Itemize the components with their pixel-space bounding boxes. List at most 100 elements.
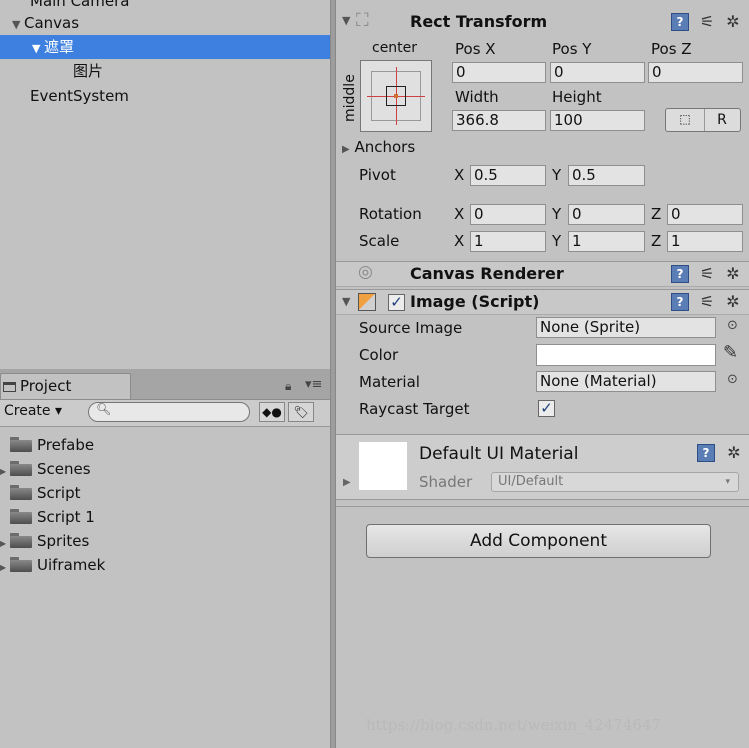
rect-transform-title: Rect Transform (410, 12, 548, 31)
color-swatch[interactable] (536, 344, 716, 366)
folder-label: Uiframek (37, 556, 106, 574)
image-script-header[interactable]: ▼ ✓ Image (Script) ? ⚟ ✲ (336, 289, 749, 315)
filter-by-type-button[interactable]: ◆● (259, 402, 285, 422)
hierarchy-item-eventsystem[interactable]: EventSystem (0, 84, 330, 108)
pivot-y-label: Y (552, 166, 562, 184)
material-title: Default UI Material (419, 444, 579, 464)
hierarchy-item-canvas[interactable]: ▼ Canvas (0, 11, 330, 35)
search-input[interactable]: 🔍︎ (88, 402, 250, 422)
anchor-h-label: center (372, 40, 418, 56)
rotation-y-label: Y (552, 205, 562, 223)
rect-buttons-group: ⬚ R (665, 108, 741, 132)
folder-item-script[interactable]: Script (10, 481, 81, 505)
anchors-foldout[interactable]: ▶ Anchors (342, 138, 415, 158)
scale-z-label: Z (651, 232, 662, 250)
source-image-field[interactable]: None (Sprite) (536, 317, 716, 338)
rotation-y-field[interactable]: 0 (568, 204, 645, 225)
canvas-renderer-icon: ◎ (358, 262, 373, 282)
expand-triangle-icon[interactable]: ▼ (32, 37, 44, 61)
folder-item-scenes[interactable]: ▶ Scenes (0, 457, 91, 481)
folder-item-script-1[interactable]: Script 1 (10, 505, 95, 529)
hierarchy-item-label: EventSystem (30, 87, 129, 105)
hierarchy-item-label: 遮罩 (44, 38, 75, 56)
raycast-target-checkbox[interactable]: ✓ (538, 400, 555, 417)
project-toolbar: Create ▾ 🔍︎ ◆● 🏷︎ (0, 400, 330, 427)
expand-triangle-icon[interactable]: ▼ (0, 13, 24, 37)
rotation-z-field[interactable]: 0 (667, 204, 743, 225)
filter-by-label-button[interactable]: 🏷︎ (288, 402, 314, 422)
scale-z-field[interactable]: 1 (667, 231, 743, 252)
collapse-triangle-icon[interactable]: ▼ (342, 14, 350, 27)
pos-y-field[interactable]: 0 (550, 62, 645, 83)
preset-sliders-icon[interactable]: ⚟ (698, 13, 716, 31)
rotation-label: Rotation (359, 205, 422, 223)
preset-sliders-icon[interactable]: ⚟ (698, 293, 716, 311)
folder-item-sprites[interactable]: ▶ Sprites (0, 529, 89, 553)
pos-z-label: Pos Z (651, 40, 692, 58)
gear-icon[interactable]: ✲ (725, 444, 743, 462)
rect-transform-header[interactable]: ▼ ⛶ Rect Transform ? ⚟ ✲ (336, 10, 749, 36)
hierarchy-item-image[interactable]: 图片 (0, 59, 330, 83)
project-panel: Project 🔒︎ ▾≡ Create ▾ 🔍︎ ◆● 🏷︎ Prefabe … (0, 369, 330, 748)
collapse-triangle-icon[interactable]: ▼ (342, 295, 350, 308)
shapes-icon: ◆● (262, 405, 282, 419)
shader-label: Shader (419, 473, 473, 491)
rotation-z-label: Z (651, 205, 662, 223)
create-dropdown[interactable]: Create ▾ (4, 403, 62, 419)
pivot-x-field[interactable]: 0.5 (470, 165, 546, 186)
help-book-icon[interactable]: ? (671, 265, 689, 283)
shader-dropdown[interactable]: UI/Default ▾ (491, 472, 739, 492)
expand-arrow-icon[interactable]: ▶ (0, 460, 10, 484)
pivot-y-field[interactable]: 0.5 (568, 165, 645, 186)
height-field[interactable]: 100 (550, 110, 645, 131)
rotation-x-field[interactable]: 0 (470, 204, 546, 225)
folder-icon (10, 557, 32, 572)
folder-item-uiframek[interactable]: ▶ Uiframek (0, 553, 105, 577)
pos-y-label: Pos Y (552, 40, 592, 58)
add-component-button[interactable]: Add Component (366, 524, 711, 558)
width-field[interactable]: 366.8 (452, 110, 546, 131)
gear-icon[interactable]: ✲ (724, 13, 742, 31)
folder-icon (10, 533, 32, 548)
color-label: Color (359, 346, 399, 364)
tab-project[interactable]: Project (0, 373, 131, 399)
scale-y-field[interactable]: 1 (568, 231, 645, 252)
object-picker-icon[interactable]: ⊙ (727, 318, 738, 333)
panel-menu-icon[interactable]: ▾≡ (305, 377, 322, 392)
folder-label: Scenes (37, 460, 91, 478)
anchor-preset-button[interactable] (360, 60, 432, 132)
canvas-renderer-title: Canvas Renderer (410, 264, 564, 283)
folder-label: Prefabe (37, 436, 95, 454)
material-label: Material (359, 373, 420, 391)
help-book-icon[interactable]: ? (671, 293, 689, 311)
canvas-renderer-header[interactable]: ◎ Canvas Renderer ? ⚟ ✲ (336, 261, 749, 287)
folder-icon (10, 509, 32, 524)
gear-icon[interactable]: ✲ (724, 265, 742, 283)
pivot-label: Pivot (359, 166, 396, 184)
raw-edit-button[interactable]: R (704, 109, 740, 131)
eyedropper-icon[interactable]: ✎ (723, 342, 738, 363)
scale-label: Scale (359, 232, 400, 250)
gear-icon[interactable]: ✲ (724, 293, 742, 311)
help-book-icon[interactable]: ? (697, 444, 715, 462)
anchors-label: Anchors (354, 138, 416, 156)
preset-sliders-icon[interactable]: ⚟ (698, 265, 716, 283)
folder-icon (10, 461, 32, 476)
object-picker-icon[interactable]: ⊙ (727, 372, 738, 387)
hierarchy-item-label: Canvas (24, 14, 80, 32)
lock-icon[interactable]: 🔒︎ (285, 379, 291, 394)
hierarchy-item-mask[interactable]: ▼ 遮罩 (0, 35, 330, 59)
blueprint-mode-button[interactable]: ⬚ (666, 109, 705, 131)
scale-x-field[interactable]: 1 (470, 231, 546, 252)
expand-arrow-icon[interactable]: ▶ (0, 556, 10, 580)
folder-item-prefabe[interactable]: Prefabe (10, 433, 94, 457)
pos-x-field[interactable]: 0 (452, 62, 546, 83)
foldout-arrow-icon[interactable]: ▶ (343, 477, 351, 488)
raycast-target-label: Raycast Target (359, 400, 470, 418)
pos-z-field[interactable]: 0 (648, 62, 743, 83)
material-field[interactable]: None (Material) (536, 371, 716, 392)
search-icon: 🔍︎ (96, 402, 112, 416)
help-book-icon[interactable]: ? (671, 13, 689, 31)
image-enabled-checkbox[interactable]: ✓ (388, 294, 405, 311)
chevron-down-icon: ▾ (725, 477, 730, 487)
